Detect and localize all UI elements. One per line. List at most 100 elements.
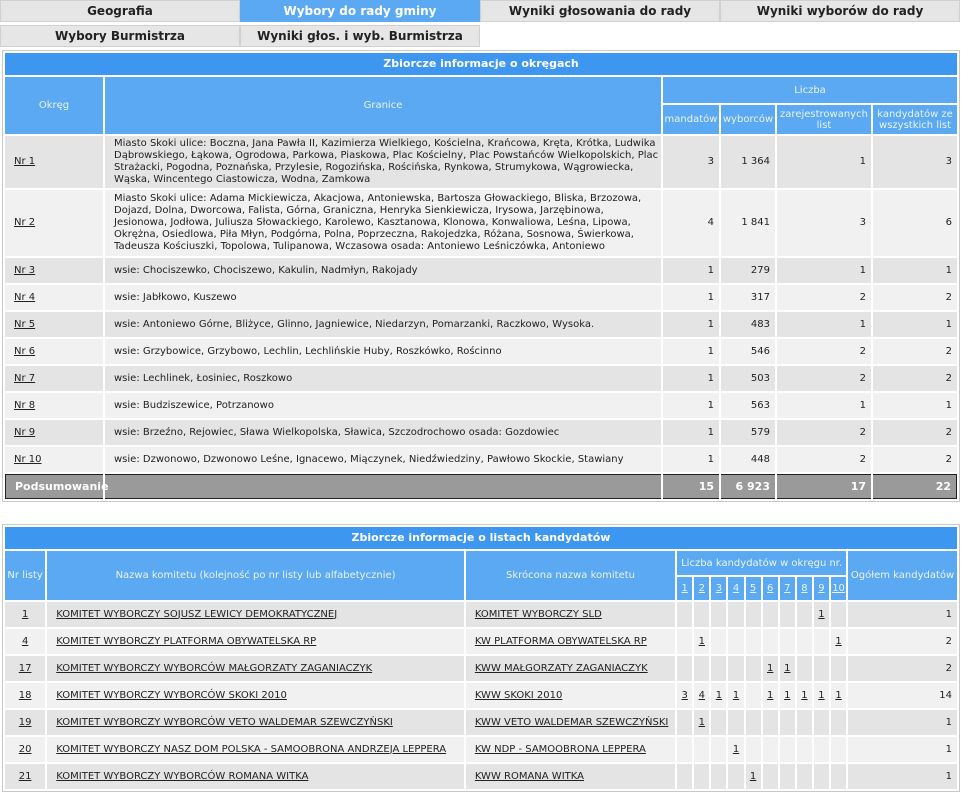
committee-name-link[interactable]: KOMITET WYBORCZY SOJUSZ LEWICY DEMOKRATY… <box>56 609 337 620</box>
district-link[interactable]: Nr 10 <box>14 454 42 465</box>
list-number-link[interactable]: 1 <box>22 609 28 620</box>
district-link[interactable]: Nr 4 <box>14 292 35 303</box>
okreg-number-link[interactable]: 5 <box>750 583 756 594</box>
candidate-count-link[interactable]: 1 <box>716 690 722 701</box>
okreg-number-link[interactable]: 7 <box>784 583 790 594</box>
list-number-link[interactable]: 21 <box>19 771 32 782</box>
district-listy: 2 <box>777 339 871 364</box>
candidate-count-cell <box>762 602 778 627</box>
tab-wybory-burmistrza[interactable]: Wybory Burmistrza <box>0 25 240 47</box>
district-link[interactable]: Nr 9 <box>14 427 35 438</box>
list-number-link[interactable]: 18 <box>19 690 32 701</box>
candidate-count-link[interactable]: 1 <box>767 690 773 701</box>
candidate-count-link[interactable]: 1 <box>784 663 790 674</box>
candidate-count-link[interactable]: 1 <box>733 744 739 755</box>
district-link[interactable]: Nr 6 <box>14 346 35 357</box>
candidate-count-link[interactable]: 1 <box>835 636 841 647</box>
candidate-count-link[interactable]: 1 <box>818 690 824 701</box>
list-number-link[interactable]: 4 <box>22 636 28 647</box>
district-link[interactable]: Nr 5 <box>14 319 35 330</box>
district-number-cell: Nr 9 <box>5 420 103 445</box>
district-link[interactable]: Nr 2 <box>14 217 35 228</box>
district-kandydaci: 1 <box>873 393 958 418</box>
committee-short-link[interactable]: KOMITET WYBORCZY SLD <box>475 609 602 620</box>
candidate-count-cell: 1 <box>813 683 830 708</box>
header-okreg-number: 2 <box>694 577 710 600</box>
candidate-count-cell <box>762 710 778 735</box>
candidate-count-link[interactable]: 1 <box>767 663 773 674</box>
summary-row: Podsumowanie 15 6 923 17 22 <box>5 474 958 499</box>
okreg-number-link[interactable]: 8 <box>801 583 807 594</box>
header-listy: zarejestrowanych list <box>777 105 871 134</box>
tab-wyniki-glos-wyb-burmistrza[interactable]: Wyniki głos. i wyb. Burmistrza <box>240 25 480 47</box>
district-kandydaci: 2 <box>873 339 958 364</box>
candidate-count-cell <box>728 764 744 789</box>
committee-name-link[interactable]: KOMITET WYBORCZY NASZ DOM POLSKA - SAMOO… <box>56 744 446 755</box>
candidate-count-link[interactable]: 1 <box>801 690 807 701</box>
candidate-count-cell <box>813 629 830 654</box>
committee-name-link[interactable]: KOMITET WYBORCZY WYBORCÓW ROMANA WITKA <box>56 771 308 782</box>
candidate-count-cell <box>796 710 812 735</box>
okreg-number-link[interactable]: 1 <box>682 583 688 594</box>
candidate-count-link[interactable]: 3 <box>682 690 688 701</box>
candidate-count-cell: 1 <box>762 656 778 681</box>
committee-name-link[interactable]: KOMITET WYBORCZY PLATFORMA OBYWATELSKA R… <box>56 636 316 647</box>
candidate-count-link[interactable]: 1 <box>733 690 739 701</box>
district-link[interactable]: Nr 1 <box>14 156 35 167</box>
tab-wyniki-wyborow-do-rady[interactable]: Wyniki wyborów do rady <box>720 0 960 22</box>
summary-wyborcow: 6 923 <box>721 474 775 499</box>
district-boundaries: wsie: Brzeźno, Rejowiec, Sława Wielkopol… <box>105 420 661 445</box>
candidate-count-link[interactable]: 1 <box>818 609 824 620</box>
list-number-cell: 17 <box>5 656 46 681</box>
candidate-count-cell <box>831 656 847 681</box>
committee-short-cell: KWW VETO WALDEMAR SZEWCZYŃSKI <box>465 710 676 735</box>
committee-short-link[interactable]: KW PLATFORMA OBYWATELSKA RP <box>475 636 647 647</box>
committee-short-link[interactable]: KWW MAŁGORZATY ZAGANIACZYK <box>475 663 648 674</box>
candidate-count-cell: 1 <box>745 764 761 789</box>
header-okreg-number: 4 <box>728 577 744 600</box>
tab-wyniki-glosowania-do-rady[interactable]: Wyniki głosowania do rady <box>480 0 720 22</box>
candidate-count-cell <box>728 710 744 735</box>
list-number-cell: 4 <box>5 629 46 654</box>
committee-name-link[interactable]: KOMITET WYBORCZY WYBORCÓW MAŁGORZATY ZAG… <box>56 663 372 674</box>
district-row: Nr 10 wsie: Dzwonowo, Dzwonowo Leśne, Ign… <box>5 447 958 472</box>
committee-short-link[interactable]: KW NDP - SAMOOBRONA LEPPERA <box>475 744 646 755</box>
okreg-number-link[interactable]: 4 <box>733 583 739 594</box>
candidate-count-link[interactable]: 1 <box>835 690 841 701</box>
candidate-count-cell <box>831 737 847 762</box>
district-wyborcow: 317 <box>721 285 775 310</box>
committee-short-link[interactable]: KWW VETO WALDEMAR SZEWCZYŃSKI <box>475 717 669 728</box>
district-mandatow: 1 <box>663 339 719 364</box>
okreg-number-link[interactable]: 9 <box>818 583 824 594</box>
list-number-link[interactable]: 20 <box>19 744 32 755</box>
candidate-count-cell <box>711 737 727 762</box>
district-number-cell: Nr 4 <box>5 285 103 310</box>
candidate-count-link[interactable]: 1 <box>750 771 756 782</box>
committee-name-link[interactable]: KOMITET WYBORCZY WYBORCÓW VETO WALDEMAR … <box>56 717 393 728</box>
candidate-count-link[interactable]: 1 <box>784 690 790 701</box>
list-row: 20 KOMITET WYBORCZY NASZ DOM POLSKA - SAM… <box>5 737 957 762</box>
list-row: 1 KOMITET WYBORCZY SOJUSZ LEWICY DEMOKRAT… <box>5 602 957 627</box>
tab-wybory-do-rady-gminy[interactable]: Wybory do rady gminy <box>240 0 480 22</box>
committee-short-link[interactable]: KWW SKOKI 2010 <box>475 690 563 701</box>
committee-name-cell: KOMITET WYBORCZY SOJUSZ LEWICY DEMOKRATY… <box>47 602 464 627</box>
district-link[interactable]: Nr 3 <box>14 265 35 276</box>
district-wyborcow: 1 841 <box>721 190 775 256</box>
committee-name-link[interactable]: KOMITET WYBORCZY WYBORCÓW SKOKI 2010 <box>56 690 287 701</box>
list-number-link[interactable]: 17 <box>19 663 32 674</box>
candidate-count-cell <box>796 764 812 789</box>
okreg-number-link[interactable]: 3 <box>716 583 722 594</box>
candidate-count-link[interactable]: 1 <box>699 636 705 647</box>
okreg-number-link[interactable]: 10 <box>832 583 845 594</box>
candidate-count-link[interactable]: 1 <box>699 717 705 728</box>
okreg-number-link[interactable]: 6 <box>767 583 773 594</box>
tab-geografia[interactable]: Geografia <box>0 0 240 22</box>
district-boundaries: wsie: Jabłkowo, Kuszewo <box>105 285 661 310</box>
candidate-count-link[interactable]: 4 <box>699 690 705 701</box>
okreg-number-link[interactable]: 2 <box>699 583 705 594</box>
district-link[interactable]: Nr 7 <box>14 373 35 384</box>
district-listy: 3 <box>777 190 871 256</box>
district-link[interactable]: Nr 8 <box>14 400 35 411</box>
list-number-link[interactable]: 19 <box>19 717 32 728</box>
committee-short-link[interactable]: KWW ROMANA WITKA <box>475 771 584 782</box>
